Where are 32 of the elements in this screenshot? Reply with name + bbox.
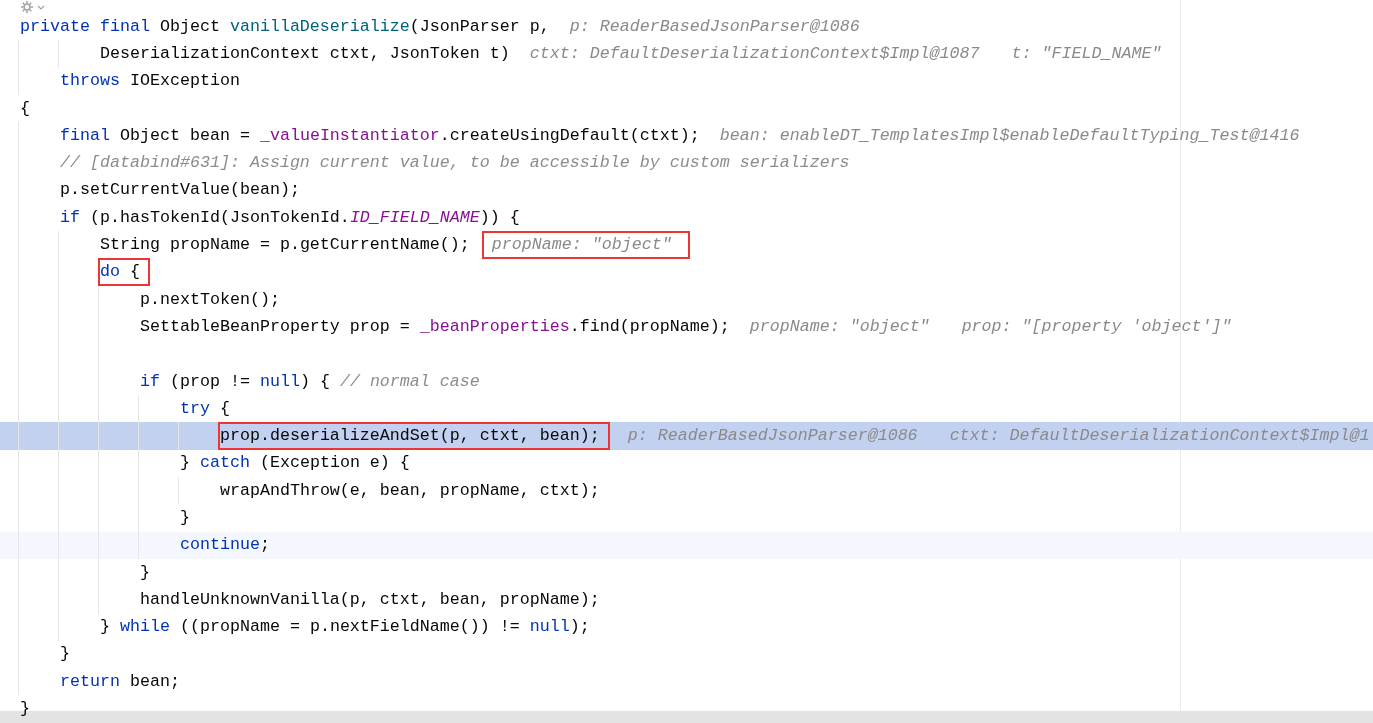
inline-hint: bean: enableDT_TemplatesImpl$enableDefaultTyping_Test@1416 (719, 124, 1300, 147)
code-line: } catch (Exception e) { (178, 452, 411, 475)
code-line: } (59, 643, 71, 666)
code-line: DeserializationContext ctxt, JsonToken t) (98, 42, 511, 65)
code-line: } (138, 561, 151, 584)
code-line: final Object bean = _valueInstantiator.createUsingDefault(ctxt); (59, 124, 701, 147)
code-line: { (19, 97, 31, 120)
code-line: SettableBeanProperty prop = _beanProperties.find(propName); (138, 315, 731, 338)
code-line: private final Object vanillaDeserialize(JsonParser p, (19, 15, 551, 38)
code-line: handleUnknownVanilla(p, ctxt, bean, propName); (138, 588, 601, 611)
code-line: return bean; (59, 670, 181, 693)
code-line: p.nextToken(); (138, 288, 281, 311)
code-line: } (178, 507, 191, 529)
code-line: p.setCurrentValue(bean); (59, 179, 301, 202)
inline-hint: propName: "object" (481, 231, 690, 260)
code-line: wrapAndThrow(e, bean, propName, ctxt); (218, 479, 601, 502)
code-line: try { (178, 397, 231, 420)
code-line: String propName = p.getCurrentName(); (98, 234, 471, 256)
inline-hint: prop: "[property 'object']" (961, 315, 1232, 338)
code-line: } (19, 698, 31, 721)
inline-hint: p: ReaderBasedJsonParser@1086 (627, 425, 918, 448)
code-line: } while ((propName = p.nextFieldName()) != null); (98, 616, 591, 639)
inline-hint: t: "FIELD_NAME" (1011, 42, 1162, 65)
inline-hint: p: ReaderBasedJsonParser@1086 (569, 15, 860, 38)
code-line: throws IOException (59, 70, 241, 93)
code-line: if (p.hasTokenId(JsonTokenId.ID_FIELD_NAME)) { (59, 206, 521, 229)
inline-hint: ctxt: DefaultDeserializationContext$Impl@1 (949, 425, 1370, 448)
inline-hint: propName: "object" (749, 315, 930, 338)
inline-hint: ctxt: DefaultDeserializationContext$Impl@1087 (529, 42, 980, 65)
code-line: if (prop != null) { // normal case (138, 370, 481, 393)
code-line: // [databind#631]: Assign current value, to be accessible by custom serializers (59, 152, 851, 175)
code-line: continue; (178, 534, 271, 557)
